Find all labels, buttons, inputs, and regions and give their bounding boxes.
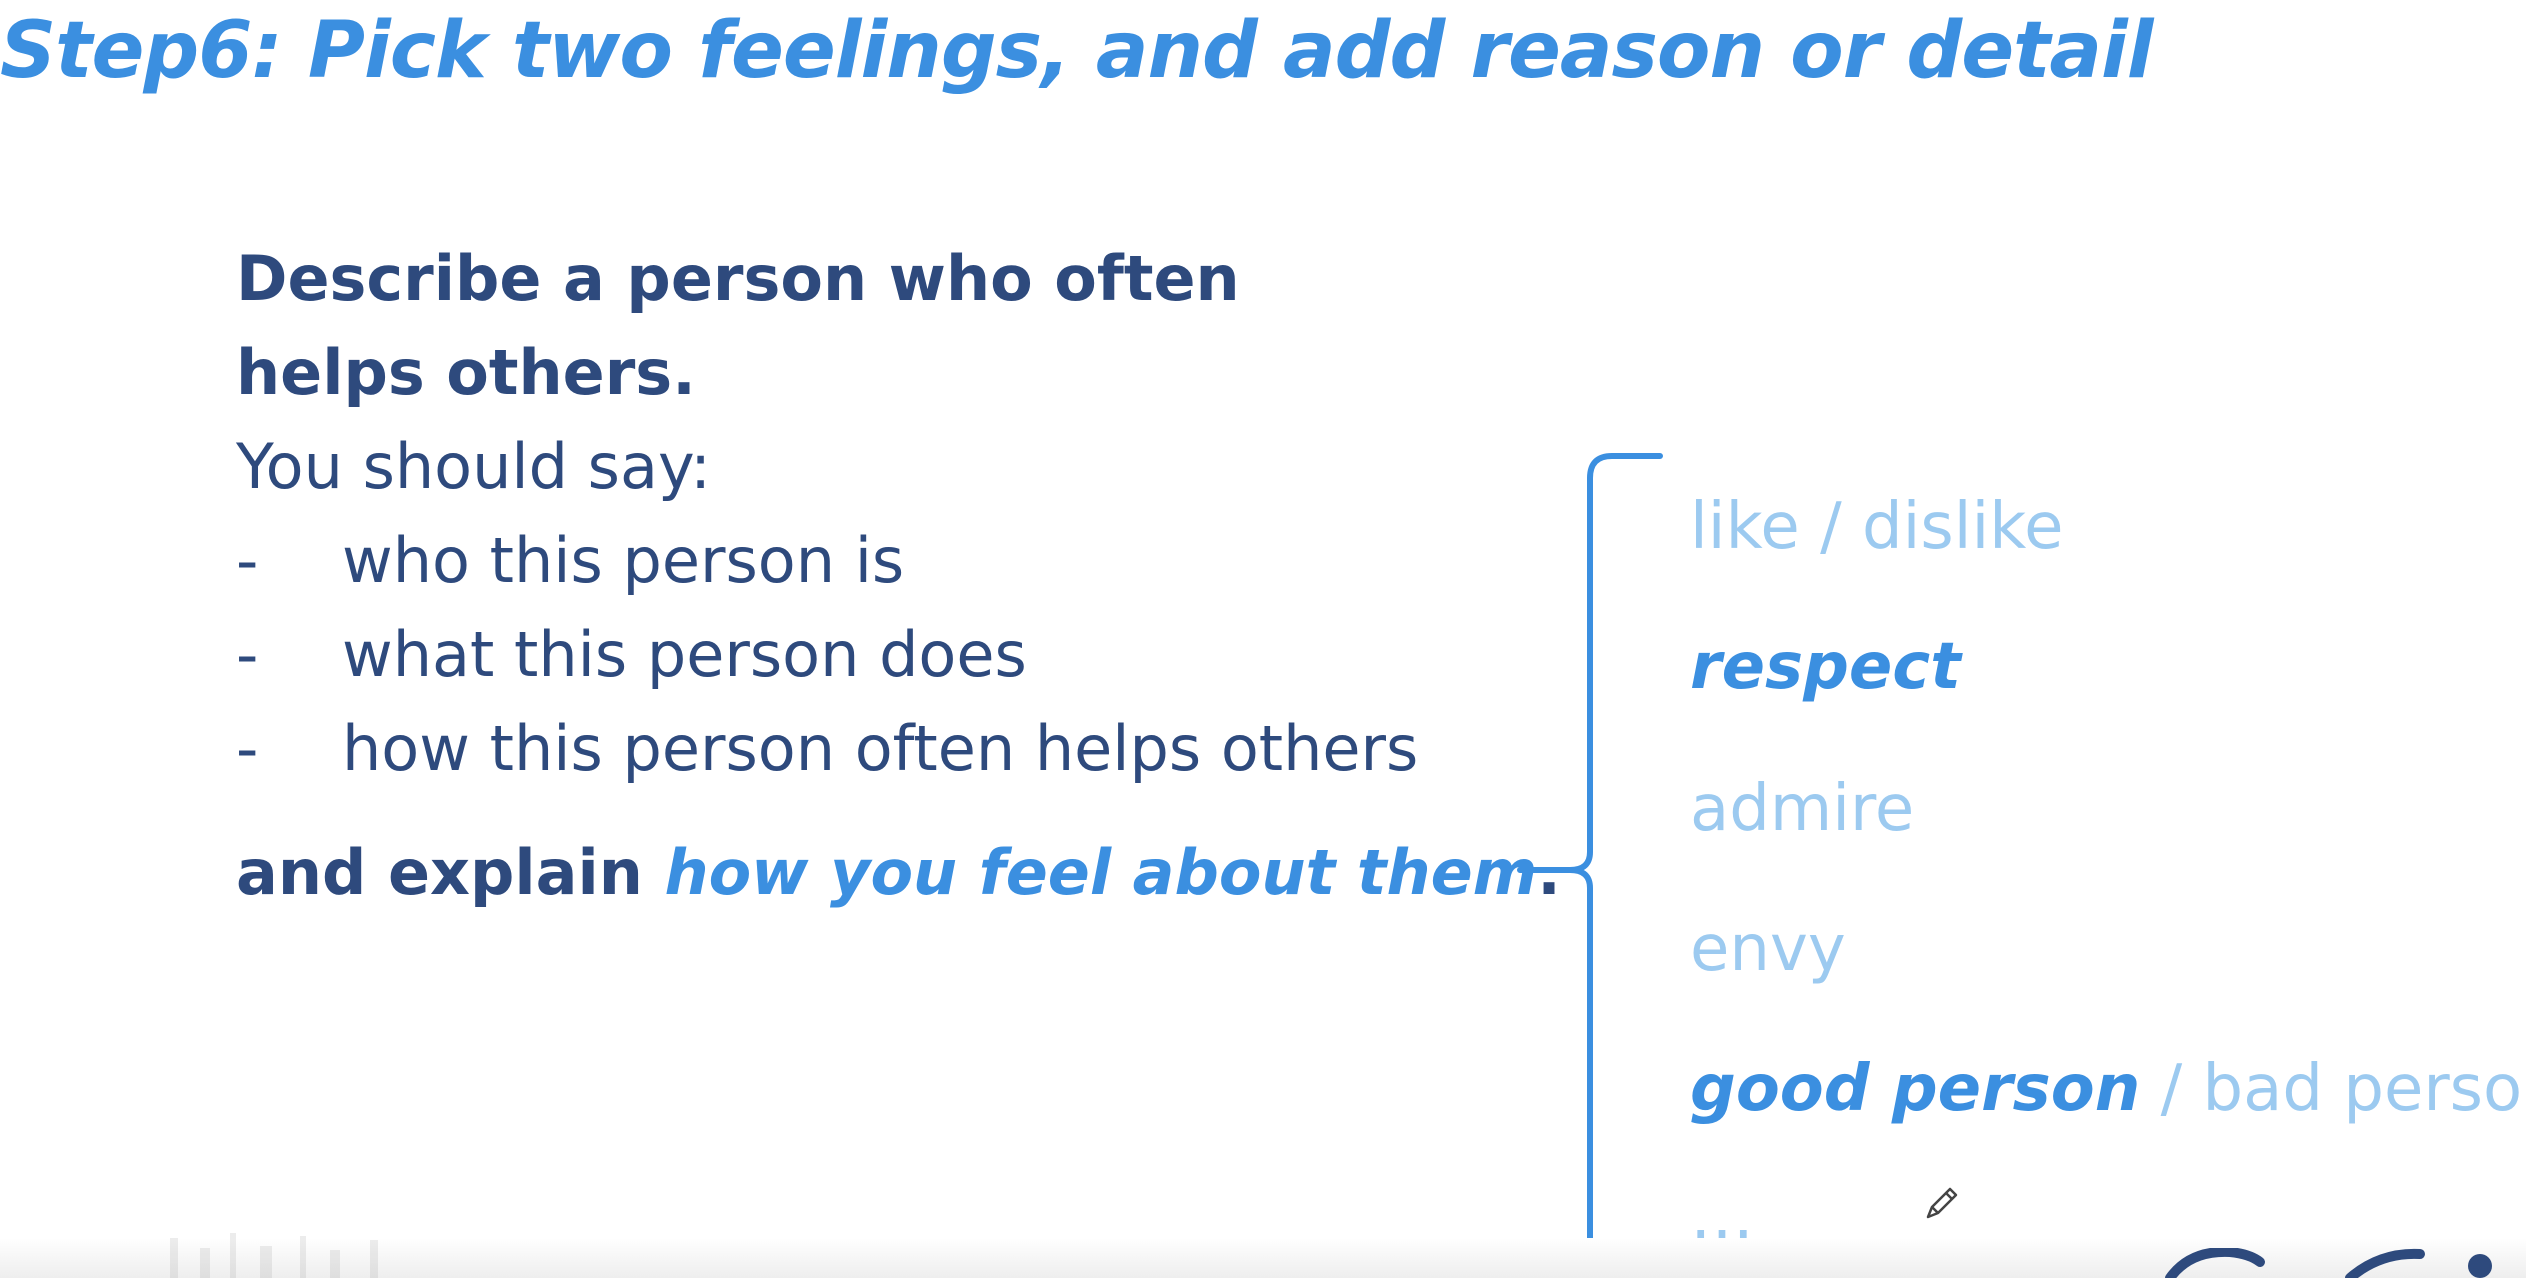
feeling-item-mixed: good person / bad person	[1690, 1052, 2526, 1126]
feeling-separator: /	[2140, 1052, 2203, 1126]
corner-logo-icon	[2165, 1248, 2492, 1278]
feeling-item: like / dislike	[1690, 490, 2064, 564]
watermark-skyline-icon	[170, 1233, 378, 1278]
feeling-item: admire	[1690, 772, 1915, 846]
feeling-plain-part: bad person	[2202, 1052, 2526, 1126]
pencil-icon	[1926, 1187, 1958, 1219]
curly-brace-path	[1517, 453, 1663, 1275]
feeling-item: envy	[1690, 912, 1846, 986]
feeling-item-highlighted: respect	[1690, 630, 1961, 704]
feeling-highlight-part: good person	[1690, 1052, 2141, 1126]
